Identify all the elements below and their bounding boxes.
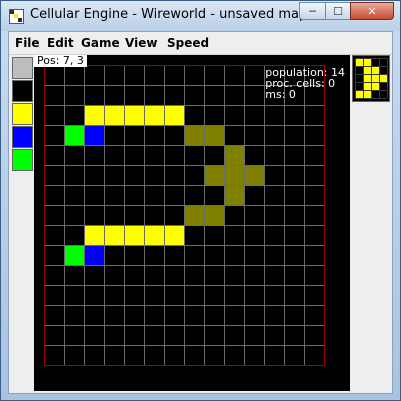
menu-bar: File Edit Game View Speed <box>9 32 392 55</box>
cell-gate[interactable] <box>204 205 224 225</box>
cell-wire[interactable] <box>144 225 164 245</box>
ms-stat: ms: 0 <box>265 88 296 101</box>
window-title: Cellular Engine - Wireworld - unsaved ma… <box>30 7 308 22</box>
menu-edit[interactable]: Edit <box>47 36 74 50</box>
cell-wire[interactable] <box>355 58 363 66</box>
cell-wire[interactable] <box>124 225 144 245</box>
palette-swatch-head[interactable] <box>12 126 33 148</box>
cell-wire[interactable] <box>371 82 379 90</box>
cell-gate[interactable] <box>184 205 204 225</box>
cell-gate[interactable] <box>224 145 244 165</box>
cell-gate[interactable] <box>204 165 224 185</box>
title-bar[interactable]: Cellular Engine - Wireworld - unsaved ma… <box>1 1 400 31</box>
cell-wire[interactable] <box>363 58 371 66</box>
cell-wire[interactable] <box>104 225 124 245</box>
cell-gate[interactable] <box>204 125 224 145</box>
cell-tail[interactable] <box>64 245 84 265</box>
minimize-button[interactable]: ─ <box>299 2 326 20</box>
maximize-button[interactable]: ☐ <box>325 2 351 20</box>
menu-game[interactable]: Game <box>81 36 120 50</box>
cell-tail[interactable] <box>64 125 84 145</box>
stats-overlay: population: 14 proc. cells: 0 ms: 0 <box>265 67 345 100</box>
cell-wire[interactable] <box>379 74 387 82</box>
cell-wire[interactable] <box>144 105 164 125</box>
cell-wire[interactable] <box>355 90 363 98</box>
palette-swatch-tail[interactable] <box>12 149 33 171</box>
menu-speed[interactable]: Speed <box>167 36 209 50</box>
menu-file[interactable]: File <box>15 36 40 50</box>
close-icon: ✕ <box>367 4 377 18</box>
cell-gate[interactable] <box>224 165 244 185</box>
cell-wire[interactable] <box>363 82 371 90</box>
cell-head[interactable] <box>84 125 104 145</box>
cell-gate[interactable] <box>224 185 244 205</box>
client-area: File Edit Game View Speed Pos: 7, 3 popu… <box>8 31 393 394</box>
palette-swatch-empty[interactable] <box>12 57 33 79</box>
close-button[interactable]: ✕ <box>350 2 394 20</box>
cell-wire[interactable] <box>104 105 124 125</box>
cell-wire[interactable] <box>84 105 104 125</box>
minimize-icon: ─ <box>309 4 316 18</box>
app-icon <box>9 9 24 24</box>
cell-wire[interactable] <box>164 225 184 245</box>
cell-wire[interactable] <box>363 74 371 82</box>
cell-wire[interactable] <box>371 66 379 74</box>
cell-gate[interactable] <box>244 165 264 185</box>
palette-swatch-wire[interactable] <box>12 103 33 125</box>
cell-gate[interactable] <box>184 125 204 145</box>
menu-view[interactable]: View <box>125 36 157 50</box>
cell-wire[interactable] <box>363 66 371 74</box>
cell-wire[interactable] <box>84 225 104 245</box>
preview-grid <box>355 58 388 99</box>
position-label: Pos: 7, 3 <box>34 55 87 67</box>
simulation-board[interactable]: Pos: 7, 3 population: 14 proc. cells: 0 … <box>34 55 350 391</box>
cell-wire[interactable] <box>371 74 379 82</box>
pattern-preview[interactable] <box>352 55 390 102</box>
cell-wire[interactable] <box>363 90 371 98</box>
board-grid[interactable] <box>34 55 350 391</box>
maximize-icon: ☐ <box>333 4 343 18</box>
cell-wire[interactable] <box>164 105 184 125</box>
cell-wire[interactable] <box>124 105 144 125</box>
cell-head[interactable] <box>84 245 104 265</box>
palette-swatch-black[interactable] <box>12 80 33 102</box>
app-window: Cellular Engine - Wireworld - unsaved ma… <box>0 0 401 401</box>
